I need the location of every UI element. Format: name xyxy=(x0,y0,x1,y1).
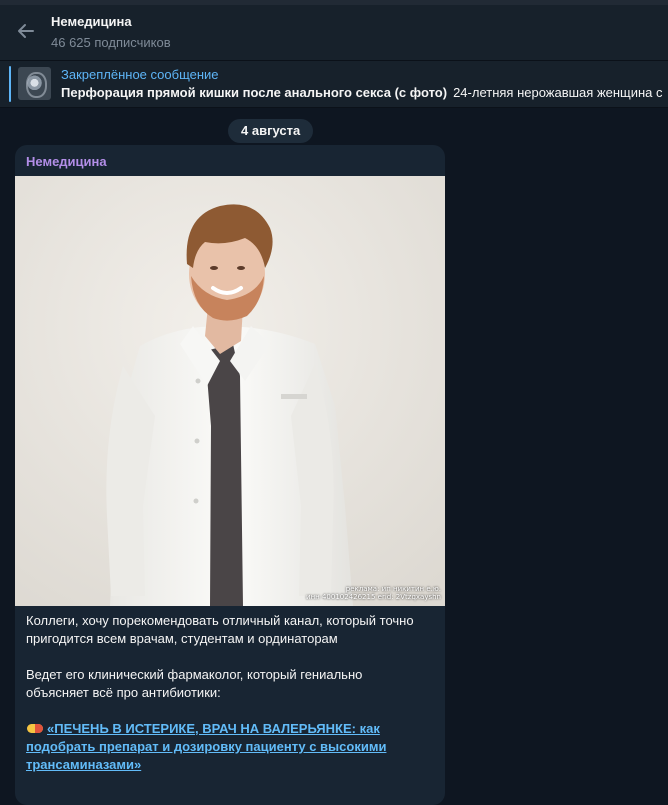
message-sender[interactable]: Немедицина xyxy=(26,154,107,169)
channel-title[interactable]: Немедицина xyxy=(51,14,132,29)
pinned-message-bar[interactable]: Закреплённое сообщение Перфорация прямой… xyxy=(0,61,668,108)
message-text: Коллеги, хочу порекомендовать отличный к… xyxy=(26,612,426,792)
chat-header: Немедицина 46 625 подписчиков xyxy=(0,5,668,61)
ad-disclaimer-line1: реклама: ип никитин е.ю. xyxy=(345,585,441,593)
date-badge: 4 августа xyxy=(228,119,314,143)
message-bubble: Немедицина реклама: ип никитин е.ю. инн … xyxy=(15,145,445,805)
pill-icon xyxy=(27,724,43,733)
message-paragraph: Коллеги, хочу порекомендовать отличный к… xyxy=(26,613,414,646)
subscriber-count: 46 625 подписчиков xyxy=(51,35,171,50)
pinned-title: Перфорация прямой кишки после анального … xyxy=(61,85,448,100)
message-photo[interactable] xyxy=(15,176,445,606)
pinned-preview: Перфорация прямой кишки после анального … xyxy=(61,85,663,100)
message-paragraph: Ведет его клинический фармаколог, которы… xyxy=(26,667,363,700)
pinned-label: Закреплённое сообщение xyxy=(61,67,219,82)
pinned-preview-text: 24-летняя нерожавшая женщина с xyxy=(453,85,663,100)
message-link-line: «ПЕЧЕНЬ В ИСТЕРИКЕ, ВРАЧ НА ВАЛЕРЬЯНКЕ: … xyxy=(26,720,426,774)
article-link[interactable]: «ПЕЧЕНЬ В ИСТЕРИКЕ, ВРАЧ НА ВАЛЕРЬЯНКЕ: … xyxy=(26,721,386,772)
arrow-left-icon[interactable] xyxy=(14,19,38,43)
ad-disclaimer-line2: инн 400102426215 erid: 2Vtzqxayshn xyxy=(306,593,441,601)
pinned-accent-bar xyxy=(9,66,11,102)
ad-disclaimer: реклама: ип никитин е.ю. инн 40010242621… xyxy=(306,585,441,601)
x-ray-thumbnail xyxy=(18,67,51,100)
